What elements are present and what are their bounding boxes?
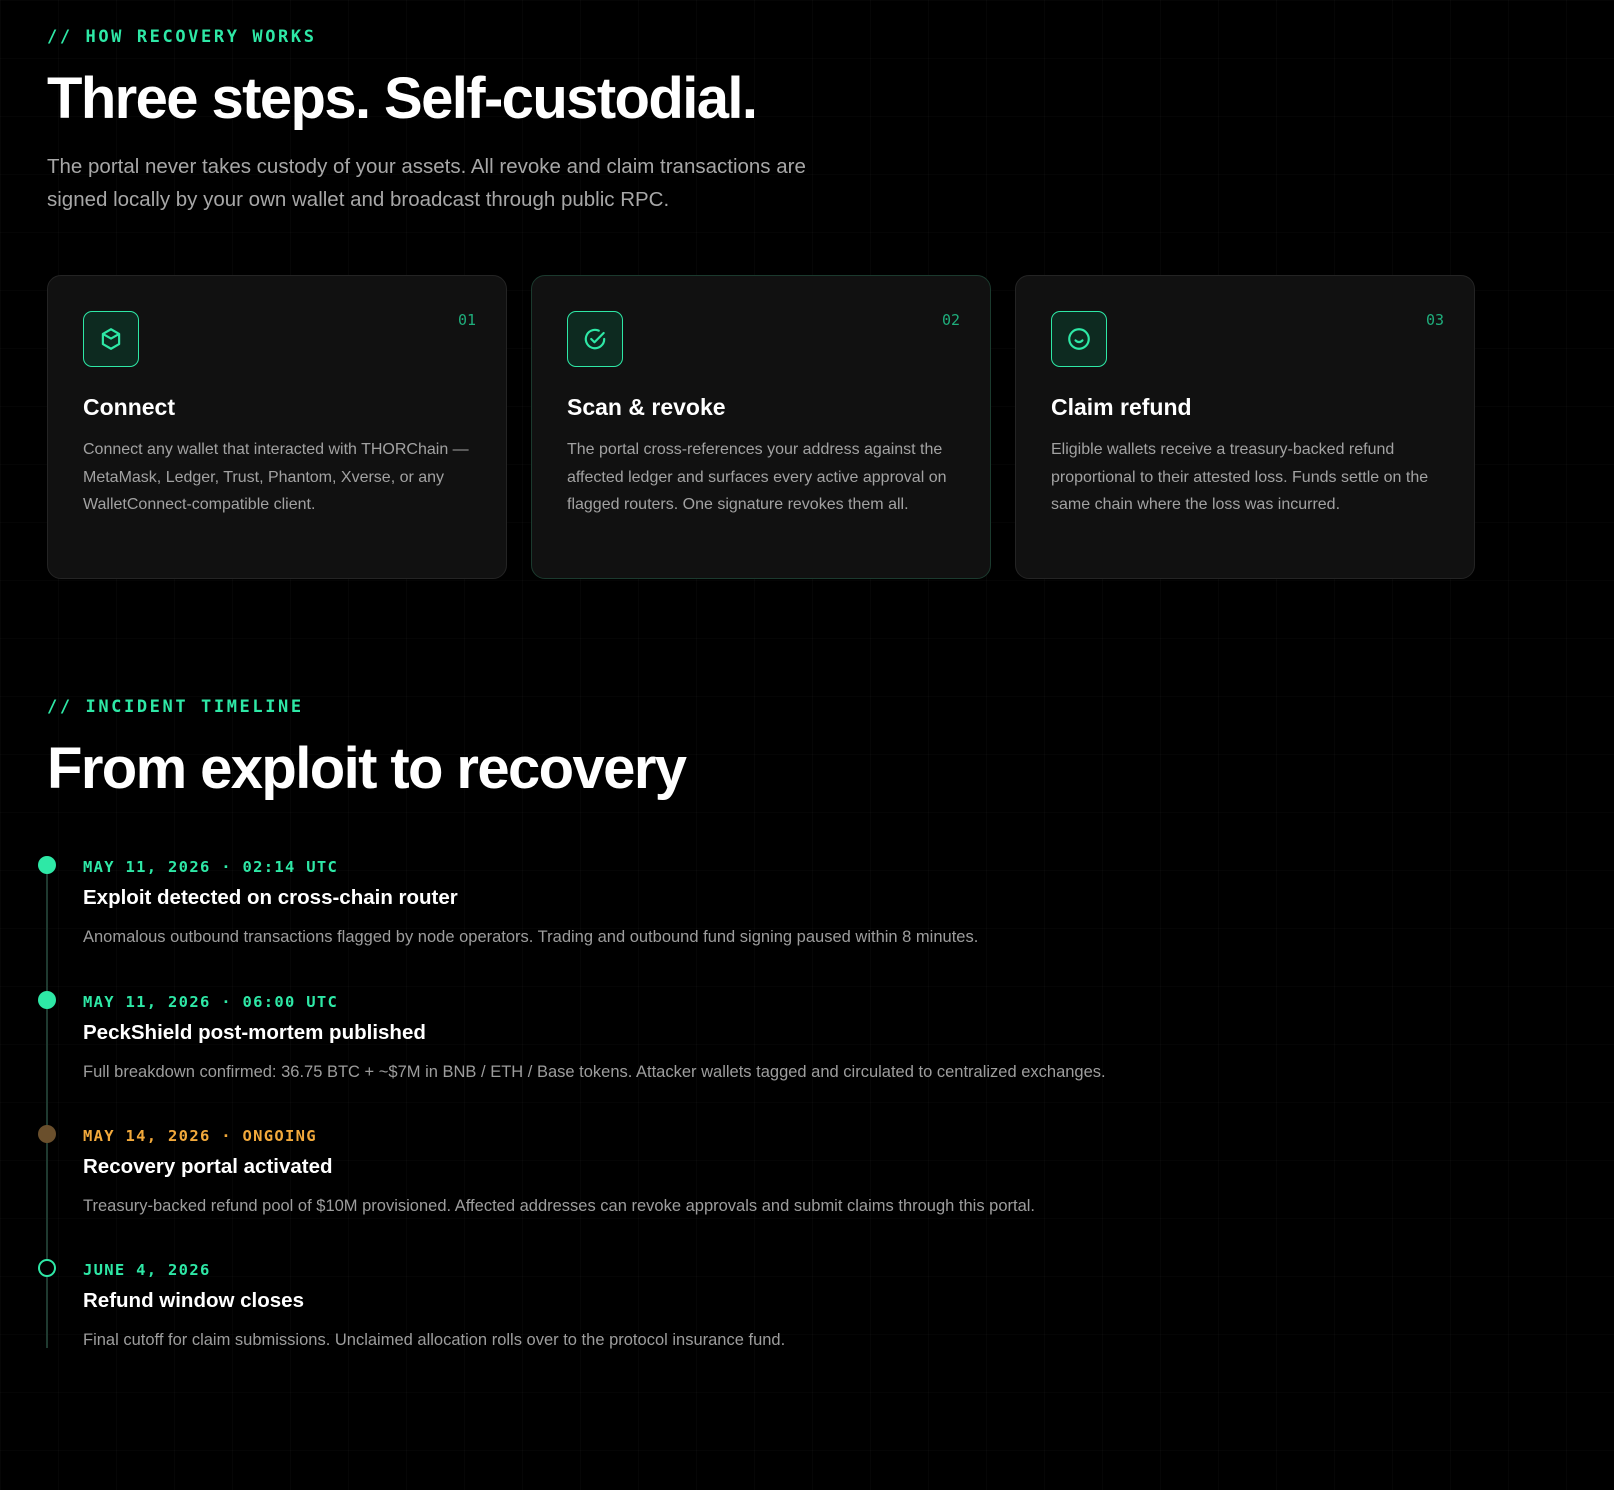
step-description: Eligible wallets receive a treasury-back… xyxy=(1051,441,1429,513)
step-description: Connect any wallet that interacted with … xyxy=(83,441,469,513)
step-number: 02 xyxy=(941,311,960,329)
event-title: Exploit detected on cross-chain router xyxy=(83,886,458,909)
cube-icon xyxy=(83,311,139,367)
smile-circle-icon xyxy=(1051,311,1107,367)
recovery-title: Three steps. Self-custodial. xyxy=(47,66,758,131)
step-number: 03 xyxy=(1425,311,1444,329)
step-card-claim-refund: 03 Claim refund Eligible wallets receive… xyxy=(1015,275,1475,579)
step-number: 01 xyxy=(457,311,476,329)
event-description: Treasury-backed refund pool of $10M prov… xyxy=(83,1197,1036,1215)
event-title: PeckShield post-mortem published xyxy=(83,1021,426,1044)
event-date: MAY 11, 2026 · 02:14 UTC xyxy=(83,858,339,876)
step-card-scan-revoke: 02 Scan & revoke The portal cross-refere… xyxy=(531,275,991,579)
timeline-dot-done xyxy=(38,856,56,874)
event-description: Anomalous outbound transactions flagged … xyxy=(83,928,979,946)
step-description: The portal cross-references your address… xyxy=(567,441,947,513)
check-circle-icon xyxy=(567,311,623,367)
steps-grid: 01 Connect Connect any wallet that inter… xyxy=(47,275,1477,581)
timeline-dot-done xyxy=(38,991,56,1009)
step-card-connect: 01 Connect Connect any wallet that inter… xyxy=(47,275,507,579)
step-title: Connect xyxy=(83,394,175,420)
incident-timeline: MAY 11, 2026 · 02:14 UTC Exploit detecte… xyxy=(37,850,1237,1360)
timeline-dot-ongoing xyxy=(38,1125,56,1143)
recovery-lede: The portal never takes custody of your a… xyxy=(47,155,806,211)
event-date: MAY 14, 2026 · ONGOING xyxy=(83,1127,317,1145)
event-title: Recovery portal activated xyxy=(83,1155,333,1178)
timeline-title: From exploit to recovery xyxy=(47,736,687,801)
timeline-dot-upcoming xyxy=(38,1259,56,1277)
event-title: Refund window closes xyxy=(83,1289,304,1312)
event-description: Final cutoff for claim submissions. Uncl… xyxy=(83,1331,786,1349)
step-title: Claim refund xyxy=(1051,394,1192,420)
event-description: Full breakdown confirmed: 36.75 BTC + ~$… xyxy=(83,1063,1106,1081)
timeline-eyebrow: // INCIDENT TIMELINE xyxy=(47,697,304,717)
event-date: JUNE 4, 2026 xyxy=(83,1261,211,1279)
step-title: Scan & revoke xyxy=(567,394,726,420)
event-date: MAY 11, 2026 · 06:00 UTC xyxy=(83,993,339,1011)
recovery-eyebrow: // HOW RECOVERY WORKS xyxy=(47,27,317,47)
